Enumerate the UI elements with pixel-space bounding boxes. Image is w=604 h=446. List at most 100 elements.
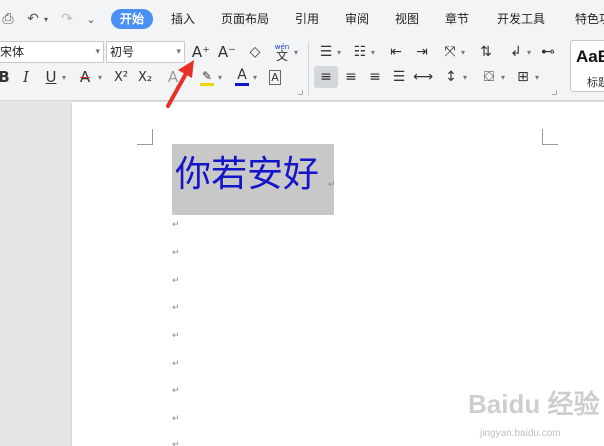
paragraph-dialog-launcher-icon[interactable] <box>552 90 557 95</box>
undo-icon[interactable]: ↶ <box>24 9 42 29</box>
ribbon: 宋体 ▾ 初号 ▾ A⁺ A⁻ ◇ wén 文 ▾ B I U ▾ A ▾ X²… <box>0 38 604 101</box>
chevron-down-icon[interactable]: ▾ <box>294 48 298 57</box>
align-center-icon: ≡ <box>345 69 357 85</box>
annotation-arrow-icon <box>166 60 194 108</box>
superscript-button[interactable]: X² <box>110 66 132 88</box>
distributed-align-icon: ⟷ <box>412 69 434 85</box>
bold-button[interactable]: B <box>0 66 12 88</box>
paragraph-mark: ↵ <box>172 303 180 313</box>
highlight-button[interactable]: ✎ <box>198 66 216 88</box>
tab-view[interactable]: 视图 <box>395 9 419 29</box>
highlight-color-bar <box>200 82 214 86</box>
align-left-button[interactable]: ≡ <box>314 66 338 88</box>
ribbon-separator <box>308 42 309 96</box>
ruler-icon: ⊷ <box>541 44 555 60</box>
paragraph-mark: ↵ <box>172 220 180 230</box>
watermark-logo: Baidu 经验 <box>468 389 600 419</box>
tab-references[interactable]: 引用 <box>295 9 319 29</box>
paragraph-mark-icon: ↲ <box>510 44 522 60</box>
line-spacing-icon: ↕ <box>445 69 457 85</box>
font-name-value: 宋体 <box>0 45 25 59</box>
show-marks-button[interactable]: ↲ <box>506 41 526 63</box>
numbered-list-icon: ☷ <box>353 44 367 60</box>
tab-stops-button[interactable]: ⊷ <box>538 41 558 63</box>
chevron-down-icon[interactable]: ▾ <box>62 73 66 82</box>
italic-button[interactable]: I <box>18 66 34 88</box>
tab-special[interactable]: 特色功 <box>575 9 604 29</box>
chevron-down-icon[interactable]: ▾ <box>501 73 505 82</box>
chevron-down-icon[interactable]: ▾ <box>337 48 341 57</box>
char-border-glyph: A <box>269 69 281 85</box>
paragraph-mark: ↵ <box>172 248 180 258</box>
chevron-down-icon: ▾ <box>95 47 100 57</box>
font-name-select[interactable]: 宋体 ▾ <box>0 41 104 63</box>
shrink-font-button[interactable]: A⁻ <box>216 41 238 63</box>
tab-insert[interactable]: 插入 <box>171 9 195 29</box>
tab-page-layout[interactable]: 页面布局 <box>221 9 269 29</box>
strikethrough-button[interactable]: A <box>76 66 94 88</box>
document-text[interactable]: 你若安好 <box>175 152 319 198</box>
sort-icon: ⇅ <box>480 44 492 60</box>
chinese-layout-button[interactable]: ⤧ <box>440 41 460 63</box>
phonetic-guide-button[interactable]: wén 文 <box>270 41 294 63</box>
paragraph-mark: ↵ <box>328 180 336 190</box>
style-heading-tile[interactable]: AaB 标题 <box>570 40 604 92</box>
redo-icon[interactable]: ↷ <box>58 9 76 29</box>
tab-developer[interactable]: 开发工具 <box>497 9 545 29</box>
tab-chapter[interactable]: 章节 <box>445 9 469 29</box>
chevron-down-icon[interactable]: ▾ <box>461 48 465 57</box>
chevron-down-icon[interactable]: ▾ <box>535 73 539 82</box>
print-preview-icon[interactable]: ⎙ <box>0 9 16 29</box>
highlight-pen-icon: ✎ <box>201 68 213 83</box>
shading-button[interactable]: ⛋ <box>478 66 500 88</box>
eraser-icon: ◇ <box>249 44 261 60</box>
tab-review[interactable]: 审阅 <box>345 9 369 29</box>
paragraph-mark: ↵ <box>172 331 180 341</box>
chevron-down-icon[interactable]: ▾ <box>98 73 102 82</box>
align-right-button[interactable]: ≡ <box>364 66 386 88</box>
font-dialog-launcher-icon[interactable] <box>298 90 303 95</box>
chevron-down-icon[interactable]: ▾ <box>463 73 467 82</box>
bullet-list-button[interactable]: ☰ <box>316 41 336 63</box>
phonetic-char: 文 <box>275 49 288 63</box>
numbered-list-button[interactable]: ☷ <box>350 41 370 63</box>
chevron-down-icon[interactable]: ▾ <box>253 73 257 82</box>
watermark-url: jingyan.baidu.com <box>480 428 561 439</box>
font-color-bar <box>235 83 249 86</box>
font-size-value: 初号 <box>110 45 135 59</box>
tab-start[interactable]: 开始 <box>111 9 154 29</box>
customize-toolbar-icon[interactable]: ⌄ <box>84 9 98 29</box>
paragraph-mark: ↵ <box>172 414 180 424</box>
justify-button[interactable]: ☰ <box>388 66 410 88</box>
undo-dropdown-icon[interactable]: ▾ <box>42 9 50 29</box>
underline-button[interactable]: U <box>42 66 60 88</box>
paint-bucket-icon: ⛋ <box>483 69 495 85</box>
border-grid-icon: ⊞ <box>517 69 529 85</box>
char-border-button[interactable]: A <box>266 66 284 88</box>
menu-bar: ⎙ ↶ ▾ ↷ ⌄ 开始 插入 页面布局 引用 审阅 视图 章节 开发工具 特色… <box>0 0 604 38</box>
subscript-button[interactable]: X₂ <box>134 66 156 88</box>
sort-button[interactable]: ⇅ <box>476 41 496 63</box>
watermark: Baidu 经验 jingyan.baidu.com <box>438 378 604 446</box>
style-name: 标题 <box>587 76 604 89</box>
distributed-align-button[interactable]: ⟷ <box>412 66 434 88</box>
align-center-button[interactable]: ≡ <box>340 66 362 88</box>
font-color-glyph: A <box>237 67 247 83</box>
paragraph-mark: ↵ <box>172 386 180 396</box>
chevron-down-icon[interactable]: ▾ <box>218 73 222 82</box>
chevron-down-icon[interactable]: ▾ <box>527 48 531 57</box>
chevron-down-icon[interactable]: ▾ <box>371 48 375 57</box>
font-color-button[interactable]: A <box>233 66 251 88</box>
borders-button[interactable]: ⊞ <box>512 66 534 88</box>
increase-indent-button[interactable]: ⇥ <box>412 41 432 63</box>
line-spacing-button[interactable]: ↕ <box>440 66 462 88</box>
paragraph-mark: ↵ <box>172 440 180 446</box>
paragraph-mark: ↵ <box>172 359 180 369</box>
clear-format-button[interactable]: ◇ <box>244 41 266 63</box>
decrease-indent-button[interactable]: ⇤ <box>386 41 406 63</box>
style-preview: AaB <box>576 47 604 66</box>
margin-corner-left <box>137 129 153 145</box>
paragraph-mark: ↵ <box>172 276 180 286</box>
chinese-layout-icon: ⤧ <box>444 44 456 60</box>
align-left-icon: ≡ <box>320 69 332 85</box>
